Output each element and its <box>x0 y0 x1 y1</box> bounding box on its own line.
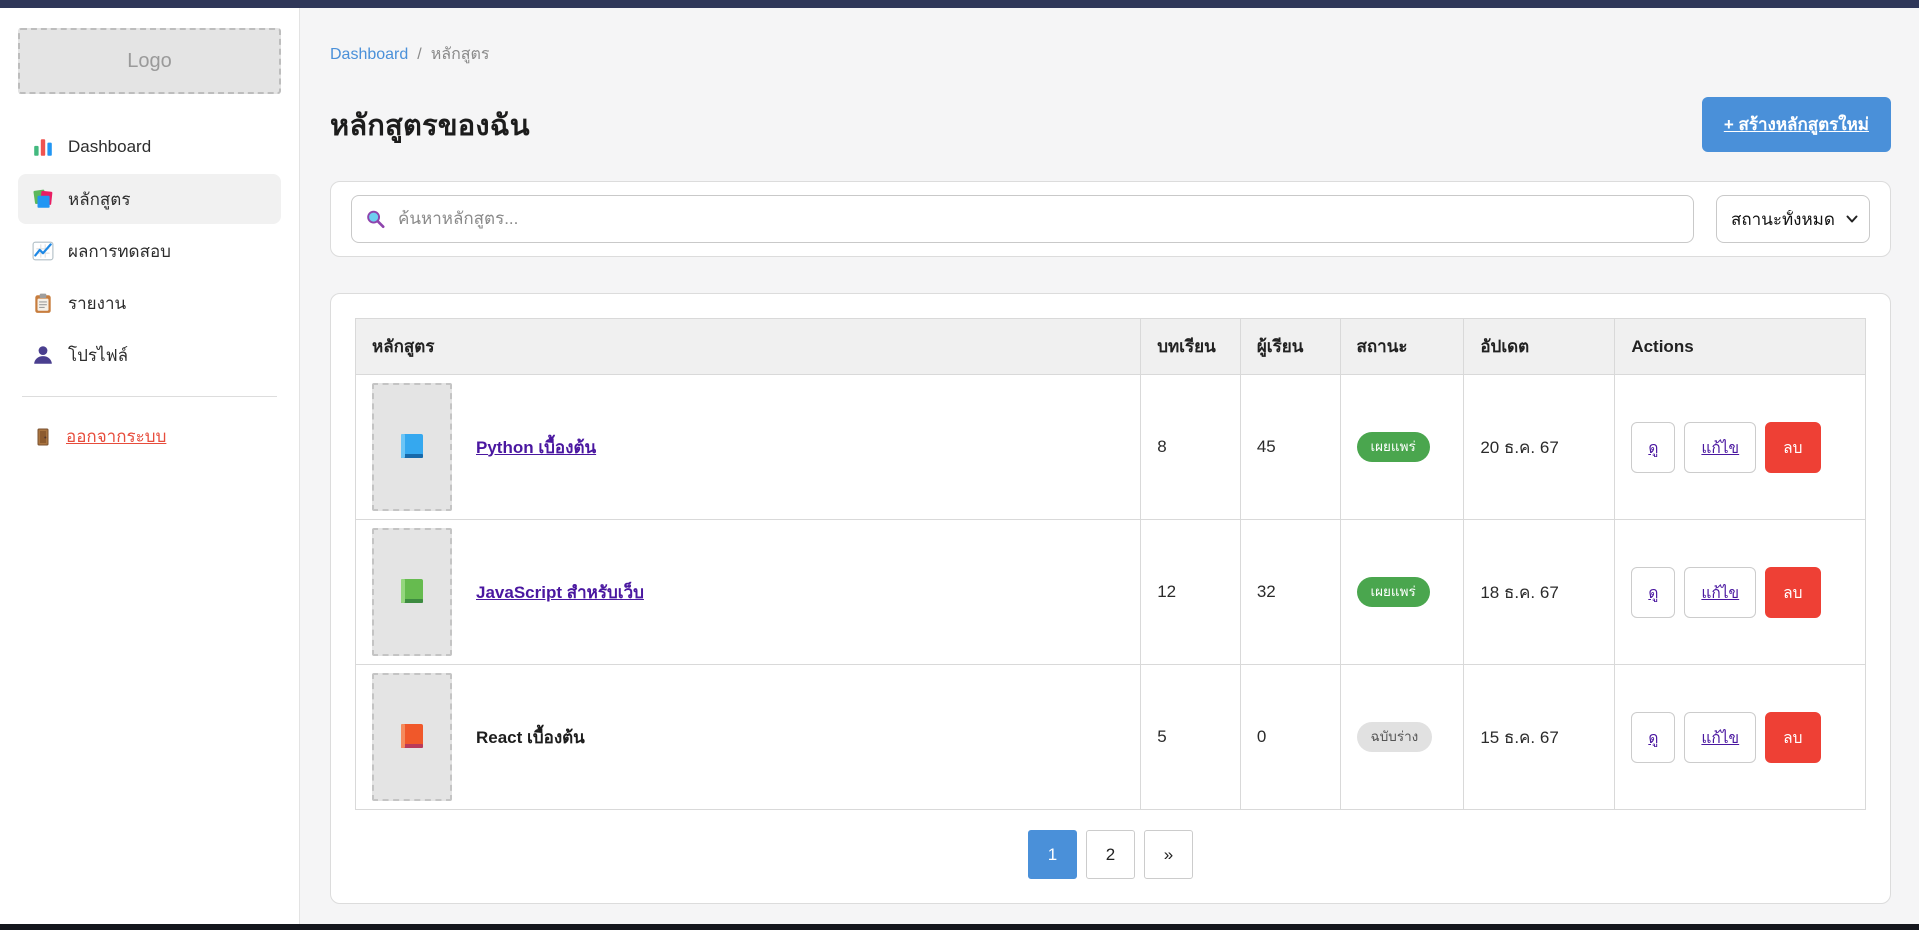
course-cell: Python เบื้องต้น <box>372 383 1124 511</box>
edit-button[interactable]: แก้ไข <box>1684 422 1756 473</box>
door-icon <box>32 426 54 448</box>
sidebar-item-courses[interactable]: หลักสูตร <box>18 174 281 224</box>
column-header-lessons: บทเรียน <box>1141 319 1241 375</box>
sidebar-nav: Dashboard หลักสูตร <box>18 122 281 380</box>
lessons-count: 5 <box>1141 665 1241 810</box>
search-input[interactable] <box>351 195 1694 243</box>
logo-text: Logo <box>127 50 172 73</box>
sidebar-item-label: Dashboard <box>68 137 151 157</box>
learners-count: 32 <box>1240 520 1340 665</box>
bottom-border-strip <box>0 924 1919 930</box>
delete-button[interactable]: ลบ <box>1765 712 1820 763</box>
sidebar-item-dashboard[interactable]: Dashboard <box>18 122 281 172</box>
logout-link[interactable]: ออกจากระบบ <box>18 413 281 460</box>
clipboard-icon <box>32 292 54 314</box>
sidebar-item-label: รายงาน <box>68 290 126 317</box>
status-filter-select[interactable]: สถานะทั้งหมด <box>1716 195 1870 243</box>
person-icon <box>32 344 54 366</box>
updated-date: 20 ธ.ค. 67 <box>1464 375 1615 520</box>
sidebar-item-profile[interactable]: โปรไฟล์ <box>18 330 281 380</box>
table-row: JavaScript สำหรับเว็บ 12 32 เผยแพร่ 18 ธ… <box>356 520 1866 665</box>
create-course-button[interactable]: + สร้างหลักสูตรใหม่ <box>1702 97 1891 152</box>
courses-table-card: หลักสูตร บทเรียน ผู้เรียน สถานะ อัปเดต A… <box>330 293 1891 904</box>
actions-cell: ดู แก้ไข ลบ <box>1631 422 1849 473</box>
courses-table: หลักสูตร บทเรียน ผู้เรียน สถานะ อัปเดต A… <box>355 318 1866 810</box>
sidebar-item-label: โปรไฟล์ <box>68 342 128 369</box>
updated-date: 15 ธ.ค. 67 <box>1464 665 1615 810</box>
column-header-updated: อัปเดต <box>1464 319 1615 375</box>
table-header-row: หลักสูตร บทเรียน ผู้เรียน สถานะ อัปเดต A… <box>356 319 1866 375</box>
main-content: Dashboard / หลักสูตร หลักสูตรของฉัน + สร… <box>300 8 1919 924</box>
course-thumbnail-placeholder <box>372 383 452 511</box>
course-thumbnail-placeholder <box>372 673 452 801</box>
books-icon <box>32 188 54 210</box>
page-button-2[interactable]: 2 <box>1086 830 1135 879</box>
line-chart-icon <box>32 240 54 262</box>
app-window: Logo Dashboard <box>0 8 1919 924</box>
course-title: React เบื้องต้น <box>476 724 585 751</box>
page-button-next[interactable]: » <box>1144 830 1193 879</box>
updated-date: 18 ธ.ค. 67 <box>1464 520 1615 665</box>
lessons-count: 12 <box>1141 520 1241 665</box>
filters-card: สถานะทั้งหมด <box>330 181 1891 257</box>
logout-label: ออกจากระบบ <box>66 423 166 450</box>
green-book-icon <box>399 577 425 607</box>
course-cell: React เบื้องต้น <box>372 673 1124 801</box>
delete-button[interactable]: ลบ <box>1765 422 1820 473</box>
table-row: React เบื้องต้น 5 0 ฉบับร่าง 15 ธ.ค. 67 … <box>356 665 1866 810</box>
column-header-status: สถานะ <box>1340 319 1464 375</box>
course-thumbnail-placeholder <box>372 528 452 656</box>
actions-cell: ดู แก้ไข ลบ <box>1631 712 1849 763</box>
view-button[interactable]: ดู <box>1631 567 1675 618</box>
page-button-1[interactable]: 1 <box>1028 830 1077 879</box>
sidebar-item-reports[interactable]: รายงาน <box>18 278 281 328</box>
column-header-course: หลักสูตร <box>356 319 1141 375</box>
course-cell: JavaScript สำหรับเว็บ <box>372 528 1124 656</box>
breadcrumb-separator: / <box>417 46 421 64</box>
title-row: หลักสูตรของฉัน + สร้างหลักสูตรใหม่ <box>330 97 1891 152</box>
sidebar-item-test-results[interactable]: ผลการทดสอบ <box>18 226 281 276</box>
sidebar-item-label: ผลการทดสอบ <box>68 238 171 265</box>
logo-placeholder: Logo <box>18 28 281 94</box>
delete-button[interactable]: ลบ <box>1765 567 1820 618</box>
breadcrumb-current: หลักสูตร <box>431 42 490 67</box>
view-button[interactable]: ดู <box>1631 422 1675 473</box>
bar-chart-icon <box>32 136 54 158</box>
status-badge: เผยแพร่ <box>1357 577 1430 607</box>
page-title: หลักสูตรของฉัน <box>330 102 530 148</box>
sidebar: Logo Dashboard <box>0 8 300 924</box>
lessons-count: 8 <box>1141 375 1241 520</box>
column-header-actions: Actions <box>1615 319 1866 375</box>
search-field-wrapper <box>351 195 1694 243</box>
view-button[interactable]: ดู <box>1631 712 1675 763</box>
status-badge: เผยแพร่ <box>1357 432 1430 462</box>
magnifier-icon <box>365 209 386 230</box>
top-border-strip <box>0 0 1919 8</box>
learners-count: 0 <box>1240 665 1340 810</box>
breadcrumb: Dashboard / หลักสูตร <box>330 42 1891 67</box>
sidebar-divider <box>22 396 277 397</box>
breadcrumb-dashboard-link[interactable]: Dashboard <box>330 46 408 64</box>
edit-button[interactable]: แก้ไข <box>1684 712 1756 763</box>
course-title-link[interactable]: JavaScript สำหรับเว็บ <box>476 579 644 606</box>
pagination: 1 2 » <box>355 830 1866 879</box>
learners-count: 45 <box>1240 375 1340 520</box>
actions-cell: ดู แก้ไข ลบ <box>1631 567 1849 618</box>
edit-button[interactable]: แก้ไข <box>1684 567 1756 618</box>
course-title-link[interactable]: Python เบื้องต้น <box>476 434 596 461</box>
status-filter-wrapper: สถานะทั้งหมด <box>1716 195 1870 243</box>
status-badge: ฉบับร่าง <box>1357 722 1433 752</box>
orange-book-icon <box>399 722 425 752</box>
column-header-learners: ผู้เรียน <box>1240 319 1340 375</box>
table-row: Python เบื้องต้น 8 45 เผยแพร่ 20 ธ.ค. 67… <box>356 375 1866 520</box>
blue-book-icon <box>399 432 425 462</box>
sidebar-item-label: หลักสูตร <box>68 186 130 213</box>
